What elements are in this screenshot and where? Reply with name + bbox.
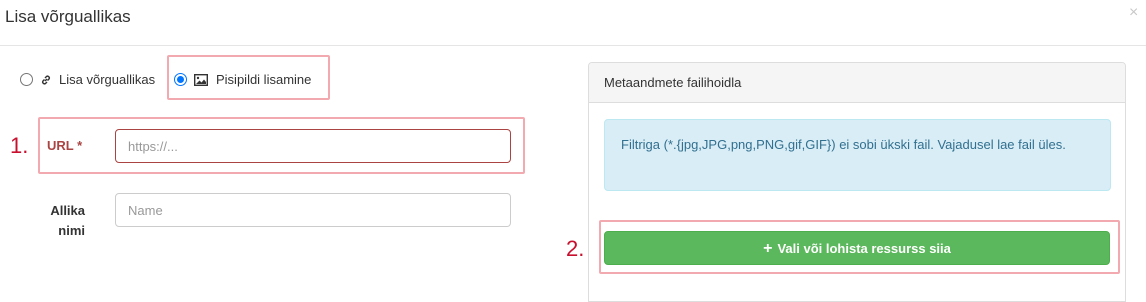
source-name-label: Allika nimi: [50, 203, 85, 238]
step-number-2: 2.: [566, 236, 585, 261]
plus-icon: +: [763, 239, 773, 257]
upload-button-label: Vali või lohista ressurss siia: [777, 240, 951, 256]
upload-resource-button[interactable]: + Vali või lohista ressurss siia: [604, 231, 1110, 265]
url-label: URL *: [47, 138, 83, 153]
mode-option-thumbnail-label: Pisipildi lisamine: [216, 72, 312, 87]
mode-option-link-label: Lisa võrguallikas: [59, 72, 156, 87]
source-name-input[interactable]: [115, 193, 511, 227]
url-input[interactable]: [115, 129, 511, 163]
mode-option-link[interactable]: Lisa võrguallikas: [20, 72, 155, 87]
header-divider: [0, 45, 1146, 46]
radio-thumbnail[interactable]: [174, 73, 187, 86]
modal-title: Lisa võrguallikas: [5, 7, 131, 26]
image-icon: [194, 73, 208, 87]
mode-option-thumbnail[interactable]: Pisipildi lisamine: [174, 72, 311, 87]
info-alert: Filtriga (*.{jpg,JPG,png,PNG,gif,GIF}) e…: [604, 119, 1111, 191]
radio-link[interactable]: [20, 73, 33, 86]
step-number-1: 1.: [10, 133, 29, 158]
panel-heading: Metaandmete failihoidla: [589, 63, 1125, 103]
link-icon: [39, 73, 53, 87]
close-icon[interactable]: ×: [1129, 5, 1138, 21]
